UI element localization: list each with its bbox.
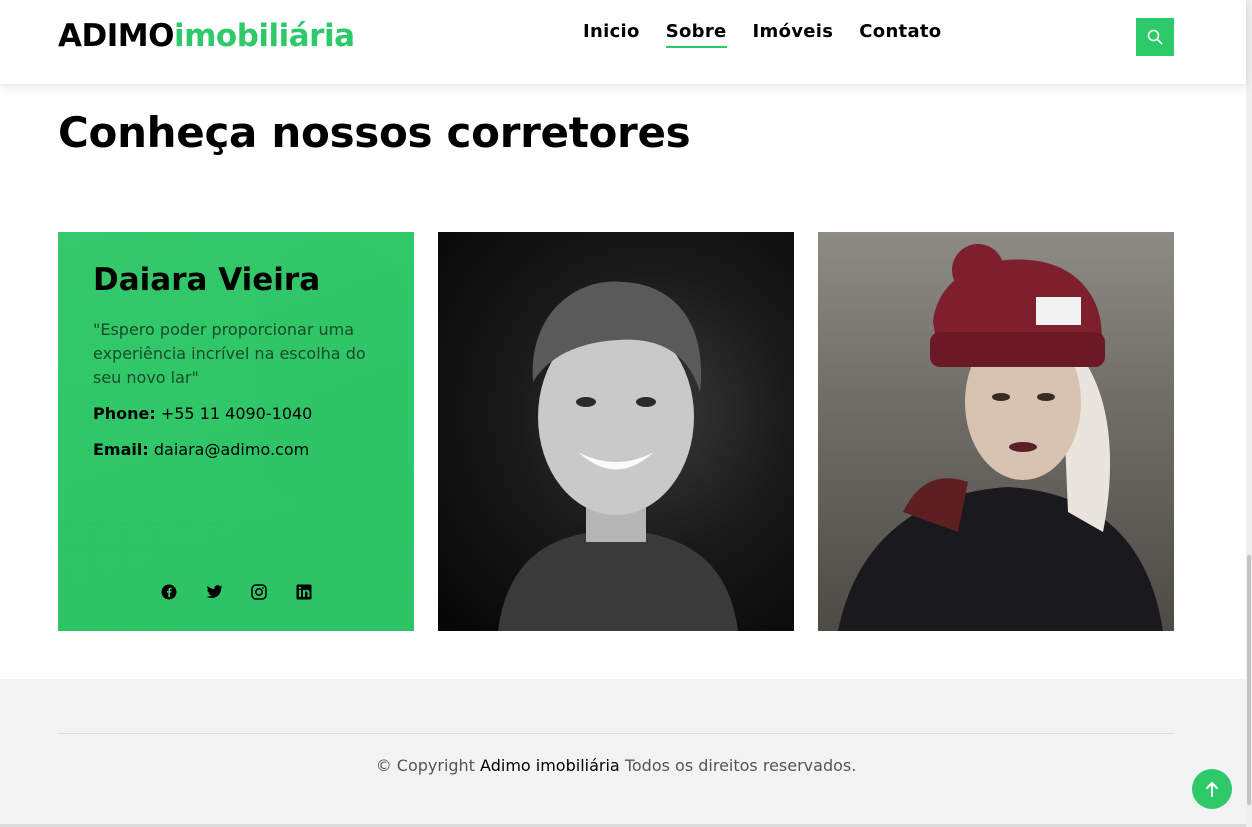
back-to-top-button[interactable] bbox=[1192, 769, 1232, 809]
scrollbar-thumb[interactable] bbox=[1247, 555, 1251, 805]
agent-card[interactable] bbox=[818, 232, 1174, 631]
facebook-icon[interactable] bbox=[160, 583, 178, 601]
site-header: ADIMOimobiliária Inicio Sobre Imóveis Co… bbox=[0, 0, 1246, 84]
social-links bbox=[160, 583, 313, 601]
copyright-suffix: Todos os direitos reservados. bbox=[624, 756, 857, 775]
logo-text-accent: imobiliária bbox=[173, 18, 355, 54]
agent-name: Daiara Vieira bbox=[93, 262, 321, 298]
footer-brand: Adimo imobiliária bbox=[480, 756, 620, 775]
linkedin-icon[interactable] bbox=[295, 583, 313, 601]
agent-quote: "Espero poder proporcionar uma experiênc… bbox=[93, 320, 366, 387]
nav-item-sobre[interactable]: Sobre bbox=[665, 21, 727, 48]
section-title: Conheça nossos corretores bbox=[58, 108, 691, 157]
logo-text-primary: ADIMO bbox=[58, 18, 174, 54]
agent-card[interactable] bbox=[438, 232, 794, 631]
copyright-prefix: © Copyright bbox=[375, 756, 475, 775]
agent-phone: Phone: +55 11 4090-1040 bbox=[93, 404, 312, 423]
email-value[interactable]: daiara@adimo.com bbox=[154, 440, 309, 459]
logo[interactable]: ADIMOimobiliária bbox=[58, 18, 355, 54]
instagram-icon[interactable] bbox=[250, 583, 268, 601]
agent-photo-illustration bbox=[498, 281, 738, 631]
copyright-text: © Copyright Adimo imobiliária Todos os d… bbox=[0, 756, 1232, 775]
site-footer: © Copyright Adimo imobiliária Todos os d… bbox=[0, 679, 1246, 825]
search-icon bbox=[1147, 29, 1163, 45]
footer-divider bbox=[58, 733, 1174, 734]
search-button[interactable] bbox=[1136, 18, 1174, 56]
phone-label: Phone: bbox=[93, 404, 156, 423]
agent-photo-illustration bbox=[838, 244, 1163, 631]
agent-email: Email: daiara@adimo.com bbox=[93, 440, 309, 459]
agent-card[interactable]: Daiara Vieira "Espero poder proporcionar… bbox=[58, 232, 414, 631]
main-nav: Inicio Sobre Imóveis Contato bbox=[583, 21, 967, 48]
twitter-icon[interactable] bbox=[205, 583, 223, 601]
nav-item-contato[interactable]: Contato bbox=[859, 21, 941, 46]
arrow-up-icon bbox=[1206, 782, 1218, 797]
nav-item-imoveis[interactable]: Imóveis bbox=[753, 21, 834, 46]
nav-item-inicio[interactable]: Inicio bbox=[583, 21, 640, 46]
phone-value: +55 11 4090-1040 bbox=[160, 404, 313, 423]
email-label: Email: bbox=[93, 440, 149, 459]
